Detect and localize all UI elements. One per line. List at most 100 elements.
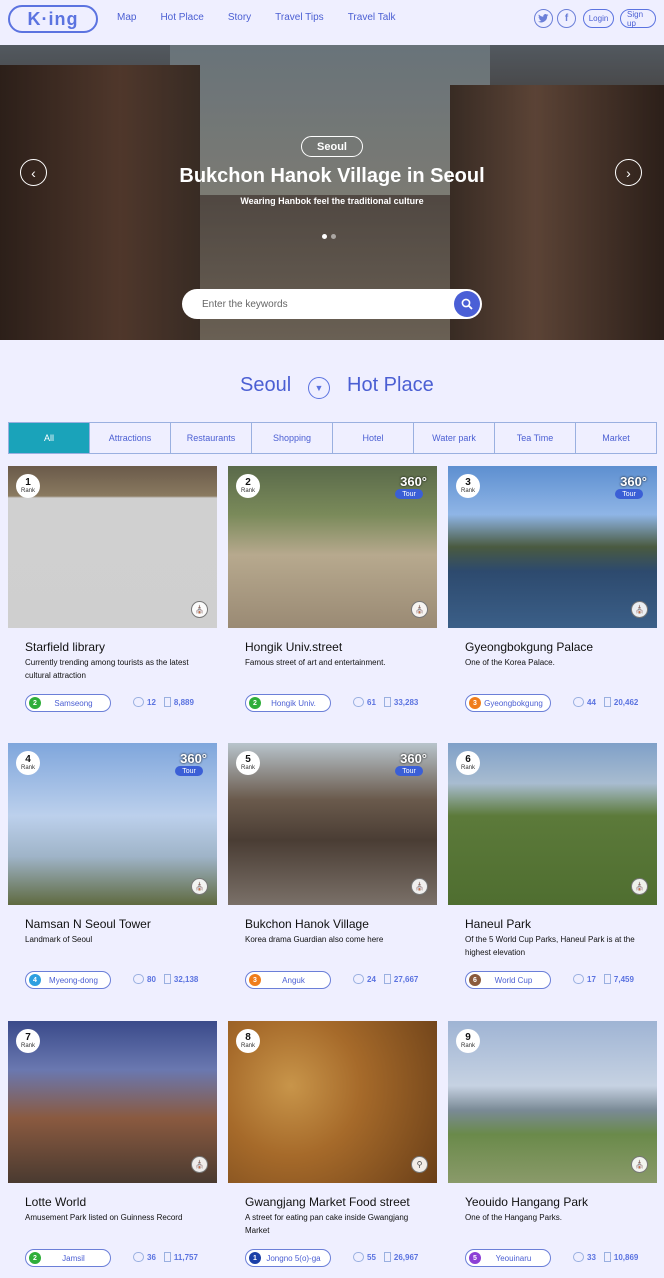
place-photo[interactable]: 8 Rank ⚲ [228,1021,437,1183]
comment-icon [353,697,364,707]
place-stats: 36 11,757 [133,1252,198,1262]
place-photo[interactable]: 9 Rank ⛪ [448,1021,657,1183]
subway-line-badge: 1 [249,1252,261,1264]
search-button[interactable] [454,291,480,317]
subway-line-badge: 3 [469,697,481,709]
bookmark-icon [383,697,391,707]
nav-map[interactable]: Map [117,12,136,23]
place-card[interactable]: 4 Rank 360° Tour ⛪ Namsan N Seoul Tower La… [8,743,217,993]
place-photo[interactable]: 5 Rank 360° Tour ⛪ [228,743,437,905]
facebook-icon[interactable]: f [557,9,576,28]
place-photo[interactable]: 3 Rank 360° Tour ⛪ [448,466,657,628]
tab-restaurants[interactable]: Restaurants [170,423,251,453]
place-description: One of the Hangang Parks. [465,1213,562,1222]
subway-station-tag[interactable]: 6 World Cup [465,971,551,989]
place-name[interactable]: Haneul Park [465,917,531,931]
place-card[interactable]: 3 Rank 360° Tour ⛪ Gyeongbokgung Palace On… [448,466,657,716]
logo[interactable]: K·ing [8,5,98,33]
tab-water-park[interactable]: Water park [413,423,494,453]
tab-shopping[interactable]: Shopping [251,423,332,453]
search-icon [461,298,473,310]
place-photo[interactable]: 7 Rank ⛪ [8,1021,217,1183]
place-name[interactable]: Hongik Univ.street [245,640,342,654]
place-card[interactable]: 7 Rank ⛪ Lotte World Amusement Park liste… [8,1021,217,1271]
station-name: Yeouinaru [495,1253,532,1263]
tab-tea-time[interactable]: Tea Time [494,423,575,453]
place-name[interactable]: Lotte World [25,1195,86,1209]
place-stats: 12 8,889 [133,697,194,707]
landmark-icon: ⛪ [411,878,428,895]
slide-indicator [322,234,336,239]
subway-station-tag[interactable]: 5 Yeouinaru [465,1249,551,1267]
subway-station-tag[interactable]: 1 Jongno 5(o)-ga [245,1249,331,1267]
rank-badge: 6 Rank [456,751,480,775]
subway-station-tag[interactable]: 2 Samseong [25,694,111,712]
place-card[interactable]: 9 Rank ⛪ Yeouido Hangang Park One of the … [448,1021,657,1271]
nav-story[interactable]: Story [228,12,251,23]
search-bar [182,289,482,319]
subway-station-tag[interactable]: 3 Gyeongbokgung [465,694,551,712]
subway-station-tag[interactable]: 4 Myeong-dong [25,971,111,989]
nav-travel-tips[interactable]: Travel Tips [275,12,324,23]
rank-badge: 3 Rank [456,474,480,498]
station-name: Samseong [54,698,93,708]
360-tour-icon[interactable]: 360° Tour [613,474,647,510]
place-name[interactable]: Starfield library [25,640,105,654]
next-slide-icon[interactable]: › [615,159,642,186]
place-photo[interactable]: 1 Rank ⛪ [8,466,217,628]
tab-hotel[interactable]: Hotel [332,423,413,453]
place-name[interactable]: Gwangjang Market Food street [245,1195,410,1209]
place-name[interactable]: Yeouido Hangang Park [465,1195,588,1209]
login-button[interactable]: Login [583,9,614,28]
slide-dot[interactable] [331,234,336,239]
nav-travel-talk[interactable]: Travel Talk [348,12,396,23]
bookmark-icon [383,1252,391,1262]
place-name[interactable]: Namsan N Seoul Tower [25,917,151,931]
hero-city-tag[interactable]: Seoul [301,136,363,157]
place-photo[interactable]: 6 Rank ⛪ [448,743,657,905]
place-card[interactable]: 2 Rank 360° Tour ⛪ Hongik Univ.street Famo… [228,466,437,716]
station-name: Jamsil [62,1253,85,1263]
comment-count: 24 [367,974,376,984]
place-name[interactable]: Gyeongbokgung Palace [465,640,593,654]
comment-count: 36 [147,1252,156,1262]
place-card[interactable]: 8 Rank ⚲ Gwangjang Market Food street A s… [228,1021,437,1271]
bookmark-count: 11,757 [173,1252,198,1262]
360-tour-icon[interactable]: 360° Tour [393,474,427,510]
tab-market[interactable]: Market [575,423,656,453]
place-photo[interactable]: 4 Rank 360° Tour ⛪ [8,743,217,905]
landmark-icon: ⛪ [631,1156,648,1173]
place-card[interactable]: 5 Rank 360° Tour ⛪ Bukchon Hanok Village K… [228,743,437,993]
subway-line-badge: 5 [469,1252,481,1264]
place-card[interactable]: 6 Rank ⛪ Haneul Park Of the 5 World Cup P… [448,743,657,993]
place-name[interactable]: Bukchon Hanok Village [245,917,369,931]
bookmark-icon [163,1252,171,1262]
twitter-icon[interactable] [534,9,553,28]
slide-dot[interactable] [322,234,327,239]
search-input[interactable] [202,289,442,319]
bookmark-icon [603,697,611,707]
city-dropdown-icon[interactable]: ▼ [308,377,330,399]
station-name: World Cup [494,975,533,985]
360-tour-icon[interactable]: 360° Tour [393,751,427,787]
prev-slide-icon[interactable]: ‹ [20,159,47,186]
comment-count: 12 [147,697,156,707]
subway-station-tag[interactable]: 2 Jamsil [25,1249,111,1267]
rank-badge: 4 Rank [16,751,40,775]
signup-button[interactable]: Sign up [620,9,656,28]
landmark-icon: ⛪ [631,878,648,895]
place-card[interactable]: 1 Rank ⛪ Starfield library Currently tren… [8,466,217,716]
place-description: Korea drama Guardian also come here [245,935,384,944]
place-description: Of the 5 World Cup Parks, Haneul Park is… [465,935,635,957]
subway-station-tag[interactable]: 3 Anguk [245,971,331,989]
place-description: Amusement Park listed on Guinness Record [25,1213,183,1222]
hero-title: Bukchon Hanok Village in Seoul [179,165,485,187]
tab-attractions[interactable]: Attractions [89,423,170,453]
place-photo[interactable]: 2 Rank 360° Tour ⛪ [228,466,437,628]
tab-all[interactable]: All [9,423,89,453]
bookmark-icon [163,974,171,984]
bookmark-count: 27,667 [393,974,419,984]
nav-hot-place[interactable]: Hot Place [160,12,203,23]
360-tour-icon[interactable]: 360° Tour [173,751,207,787]
subway-station-tag[interactable]: 2 Hongik Univ. [245,694,331,712]
